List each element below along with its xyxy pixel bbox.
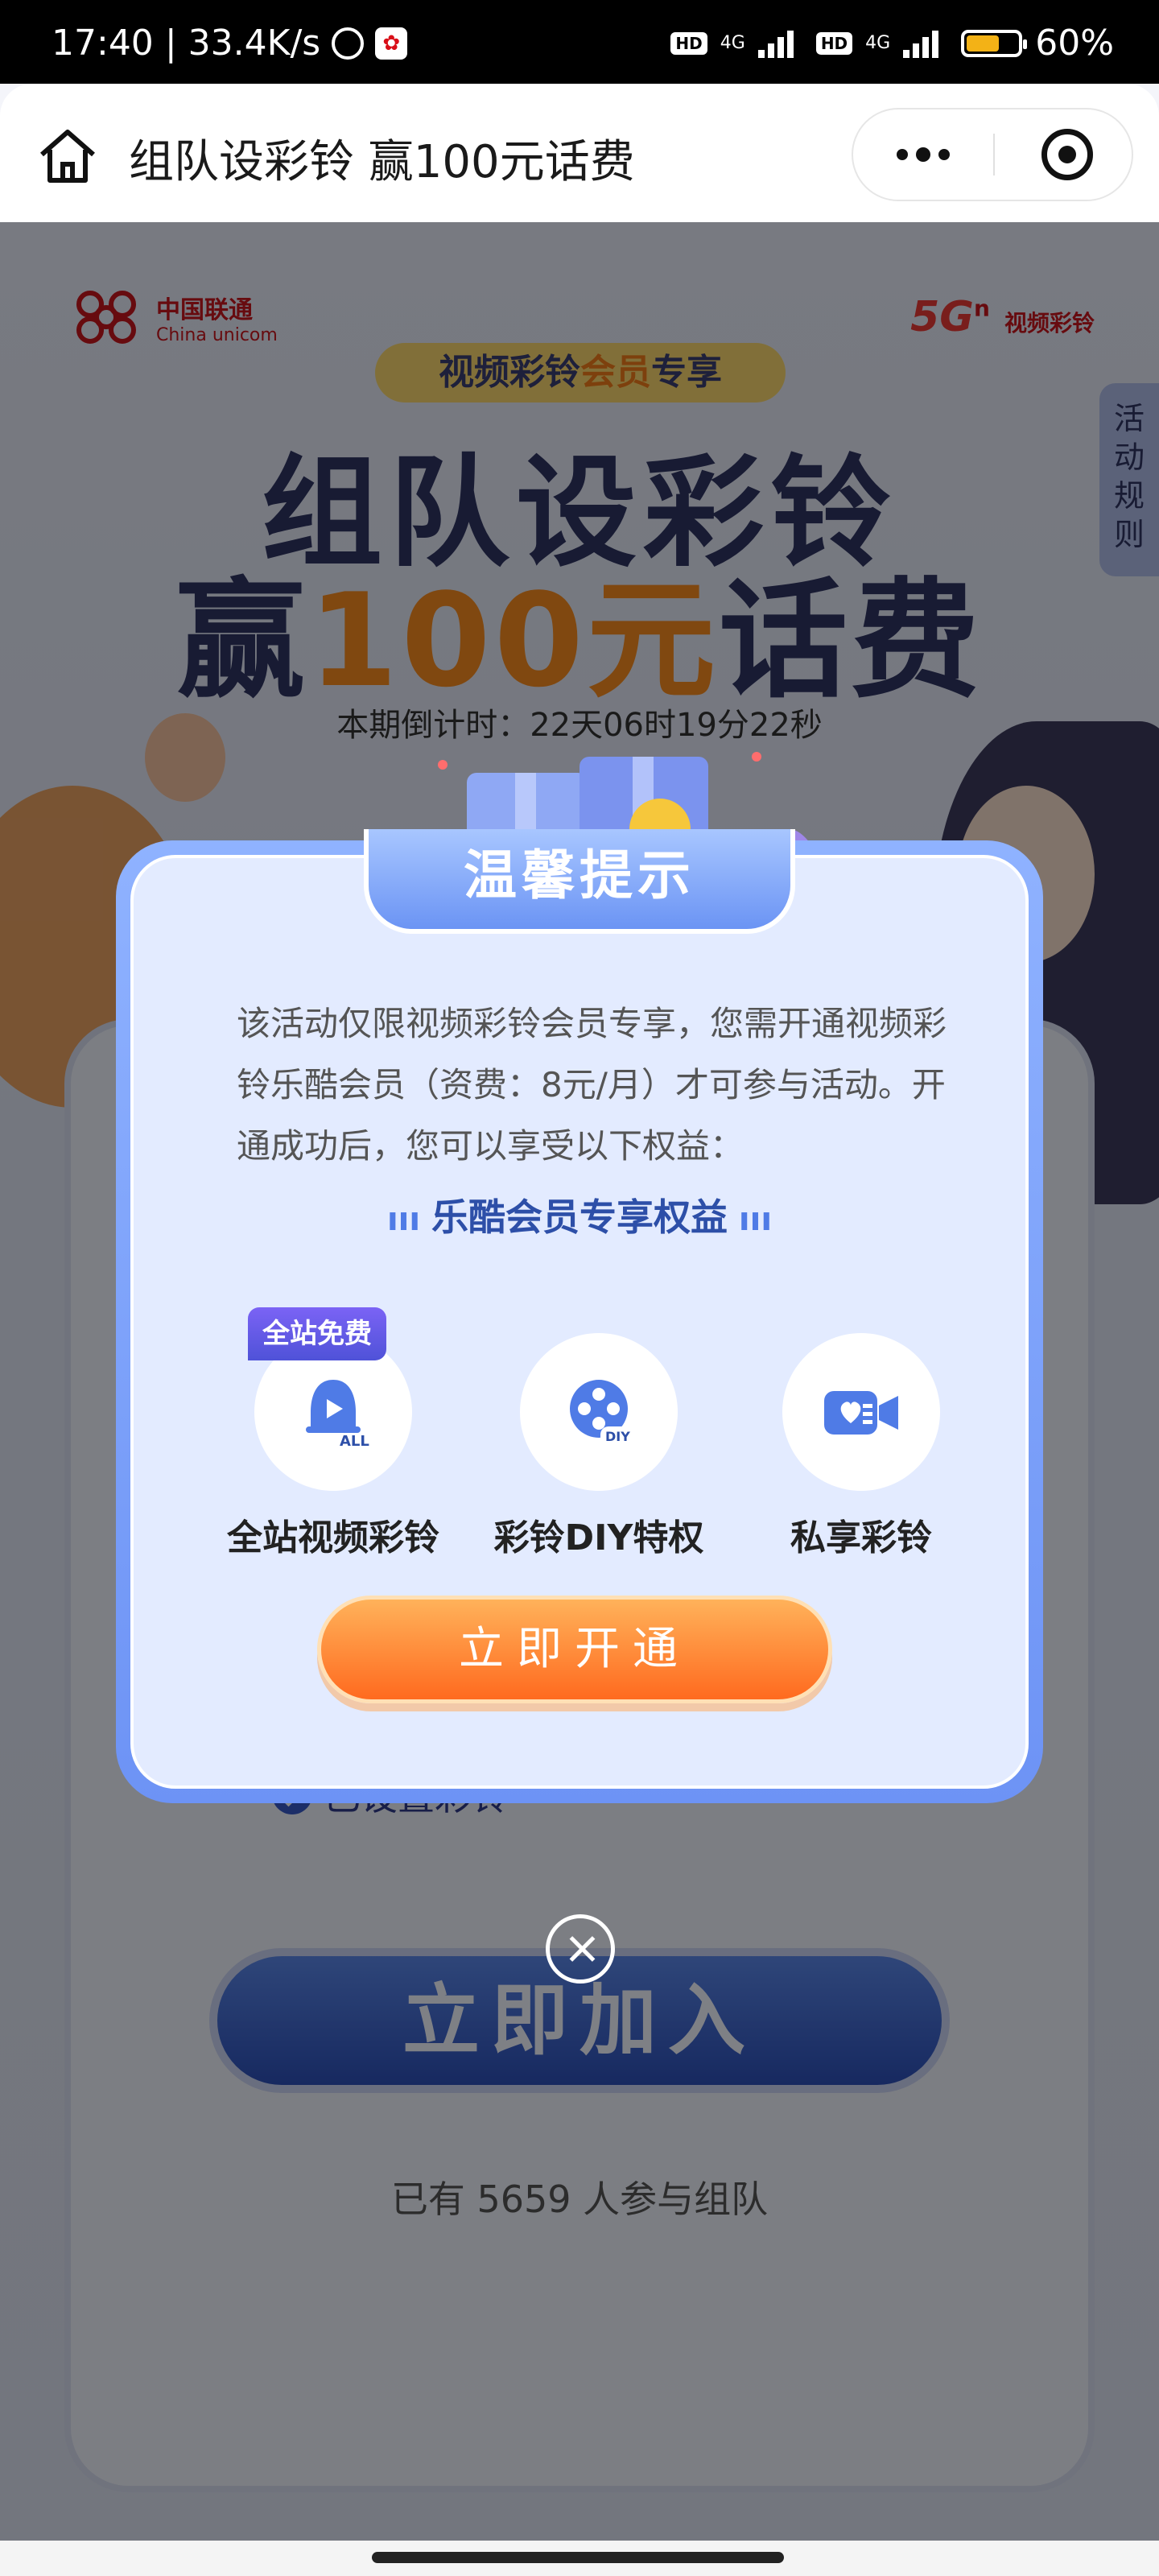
signal-icon-2 (903, 30, 939, 58)
mini-program-capsule (852, 108, 1133, 201)
benefit-diy[interactable]: DIY 彩铃DIY特权 (478, 1333, 720, 1560)
battery-icon (961, 29, 1028, 57)
warm-tip-modal: 该活动仅限视频彩铃会员专享，您需开通视频彩铃乐酷会员（资费：8元/月）才可参与活… (116, 840, 1043, 1803)
heart-video-icon (824, 1391, 898, 1435)
svg-text:DIY: DIY (605, 1429, 630, 1444)
free-tag: 全站免费 (248, 1307, 386, 1360)
benefit-all-site[interactable]: ALL 全站免费 全站视频彩铃 (212, 1307, 454, 1560)
hd-badge: HD (670, 31, 707, 55)
home-icon[interactable] (35, 124, 100, 188)
svg-text:ALL: ALL (340, 1433, 369, 1450)
home-gesture-handle[interactable] (372, 2552, 784, 2563)
network-type: 4G (720, 33, 745, 53)
system-nav-bar (0, 2541, 1159, 2576)
page-title: 组队设彩铃 赢100元话费 (129, 136, 635, 188)
target-icon[interactable] (1041, 129, 1093, 180)
alarm-icon (332, 27, 365, 60)
bell-play-icon: ALL (306, 1380, 369, 1450)
benefit-label: 私享彩铃 (790, 1517, 932, 1558)
benefits-heading: ııı 乐酷会员专享权益 ııı (386, 1195, 773, 1239)
hd-badge-2: HD (815, 31, 853, 55)
network-speed: 33.4K/s (188, 23, 321, 64)
modal-description: 该活动仅限视频彩铃会员专享，您需开通视频彩铃乐酷会员（资费：8元/月）才可参与活… (237, 1004, 947, 1166)
more-icon[interactable] (853, 109, 993, 200)
benefit-label: 全站视频彩铃 (227, 1517, 439, 1558)
film-reel-icon: DIY (570, 1380, 636, 1446)
signal-icon (757, 30, 794, 58)
unicom-app-icon: ✿ (375, 27, 408, 60)
app-header: 组队设彩铃 赢100元话费 (0, 84, 1159, 222)
modal-title: 温馨提示 (364, 829, 795, 934)
activate-membership-button[interactable]: 立即开通 (317, 1596, 832, 1703)
status-bar: 17:40 | 33.4K/s ✿ HD 4G HD 4G 60% (0, 0, 1159, 84)
clock: 17:40 (52, 23, 154, 64)
network-type-2: 4G (865, 33, 891, 53)
benefit-label: 彩铃DIY特权 (493, 1517, 704, 1558)
benefit-private[interactable]: 私享彩铃 (740, 1333, 982, 1560)
close-icon[interactable] (546, 1914, 615, 1984)
battery-percent: 60% (1035, 23, 1114, 64)
